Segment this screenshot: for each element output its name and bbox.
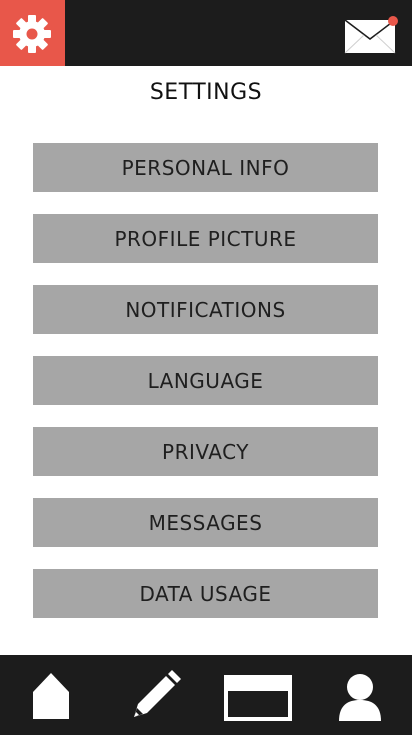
bottom-nav xyxy=(0,655,412,735)
profile-picture-button[interactable]: PROFILE PICTURE xyxy=(33,214,378,263)
settings-button[interactable] xyxy=(0,0,65,66)
user-icon xyxy=(339,674,381,721)
gear-icon xyxy=(13,15,51,53)
window-icon xyxy=(224,675,292,721)
home-icon xyxy=(33,673,69,719)
nav-edit-button[interactable] xyxy=(124,655,184,735)
data-usage-button[interactable]: DATA USAGE xyxy=(33,569,378,618)
messages-button[interactable] xyxy=(344,14,400,56)
nav-profile-button[interactable] xyxy=(330,655,390,735)
language-button[interactable]: LANGUAGE xyxy=(33,356,378,405)
notification-dot-icon xyxy=(388,16,398,26)
notifications-button[interactable]: NOTIFICATIONS xyxy=(33,285,378,334)
pencil-icon xyxy=(134,670,181,717)
privacy-button[interactable]: PRIVACY xyxy=(33,427,378,476)
page-title: SETTINGS xyxy=(149,80,263,105)
nav-window-button[interactable] xyxy=(220,655,296,735)
top-bar xyxy=(0,0,412,66)
messages-menu-button[interactable]: MESSAGES xyxy=(33,498,378,547)
personal-info-button[interactable]: PERSONAL INFO xyxy=(33,143,378,192)
nav-home-button[interactable] xyxy=(22,655,80,735)
